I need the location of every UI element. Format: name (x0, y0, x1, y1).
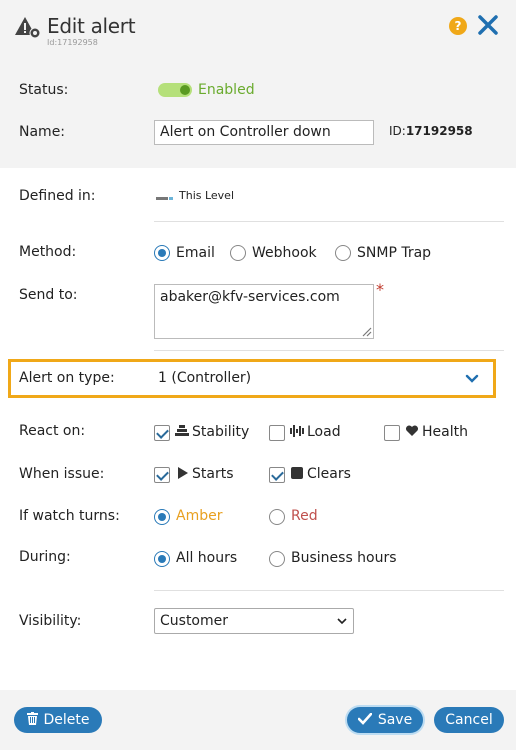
visibility-value: Customer (160, 613, 229, 629)
toggle-knob (180, 85, 190, 95)
visibility-select[interactable]: Customer (154, 608, 354, 634)
watch-red-label[interactable]: Red (291, 508, 318, 524)
during-business-hours-radio[interactable] (269, 551, 285, 567)
method-snmp-radio[interactable] (335, 245, 351, 261)
when-issue-label: When issue: (19, 466, 105, 482)
method-email-label[interactable]: Email (176, 245, 215, 261)
alert-on-type-value[interactable]: 1 (Controller) (158, 370, 251, 386)
save-button[interactable]: Save (347, 707, 423, 733)
status-toggle-text: Enabled (198, 82, 255, 98)
heart-icon (405, 425, 419, 436)
status-name-section (0, 54, 516, 168)
help-icon[interactable]: ? (449, 17, 467, 35)
defined-in-value: This Level (179, 189, 235, 202)
alert-gear-icon (15, 17, 41, 39)
trash-icon (26, 712, 38, 725)
watch-amber-radio[interactable] (154, 509, 170, 525)
alert-on-type-label: Alert on type: (19, 370, 115, 386)
chevron-down-icon[interactable] (465, 374, 479, 384)
during-all-hours-label[interactable]: All hours (176, 550, 237, 566)
required-indicator: * (376, 280, 384, 299)
during-business-hours-label[interactable]: Business hours (291, 550, 397, 566)
send-to-label: Send to: (19, 287, 78, 303)
method-webhook-label[interactable]: Webhook (252, 245, 317, 261)
status-toggle[interactable] (158, 83, 192, 97)
watch-amber-label[interactable]: Amber (176, 508, 222, 524)
chevron-down-icon (337, 618, 347, 625)
alert-id-value: 17192958 (405, 124, 473, 138)
react-stability-label[interactable]: Stability (192, 424, 249, 440)
stability-icon (175, 425, 189, 436)
close-icon[interactable] (477, 14, 499, 36)
status-label: Status: (19, 82, 69, 98)
square-icon (291, 467, 303, 479)
load-icon (290, 425, 304, 437)
issue-starts-label[interactable]: Starts (192, 466, 234, 482)
react-health-label[interactable]: Health (422, 424, 468, 440)
during-label: During: (19, 549, 71, 565)
during-all-hours-radio[interactable] (154, 551, 170, 567)
react-on-label: React on: (19, 423, 86, 439)
method-email-radio[interactable] (154, 245, 170, 261)
react-load-label[interactable]: Load (307, 424, 341, 440)
dialog-header: Edit alert Id:17192958 ? (0, 0, 516, 54)
resize-handle-icon[interactable] (360, 325, 372, 337)
react-stability-checkbox[interactable] (154, 425, 170, 441)
alert-id-prefix: ID: (389, 124, 406, 138)
dialog-title: Edit alert (47, 14, 136, 38)
alert-id: ID:17192958 (389, 124, 473, 138)
issue-clears-label[interactable]: Clears (307, 466, 351, 482)
watch-red-radio[interactable] (269, 509, 285, 525)
method-webhook-radio[interactable] (230, 245, 246, 261)
divider (154, 590, 504, 591)
issue-clears-checkbox[interactable] (269, 467, 285, 483)
defined-in-label: Defined in: (19, 188, 96, 204)
react-load-checkbox[interactable] (269, 425, 285, 441)
delete-button-label: Delete (43, 712, 90, 728)
react-health-checkbox[interactable] (384, 425, 400, 441)
level-icon (156, 197, 173, 200)
dialog-subtitle-id: Id:17192958 (47, 38, 98, 47)
watch-turns-label: If watch turns: (19, 508, 120, 524)
method-label: Method: (19, 244, 77, 260)
cancel-button[interactable]: Cancel (434, 707, 504, 733)
divider (154, 350, 504, 351)
play-icon (178, 467, 188, 479)
issue-starts-checkbox[interactable] (154, 467, 170, 483)
visibility-label: Visibility: (19, 613, 82, 629)
divider (154, 221, 504, 222)
delete-button[interactable]: Delete (14, 707, 102, 733)
send-to-textarea[interactable]: abaker@kfv-services.com (154, 284, 374, 339)
save-button-label: Save (377, 712, 413, 728)
name-label: Name: (19, 124, 66, 140)
name-input[interactable]: Alert on Controller down (154, 120, 374, 145)
method-snmp-label[interactable]: SNMP Trap (357, 245, 431, 261)
checkmark-icon (357, 712, 372, 725)
